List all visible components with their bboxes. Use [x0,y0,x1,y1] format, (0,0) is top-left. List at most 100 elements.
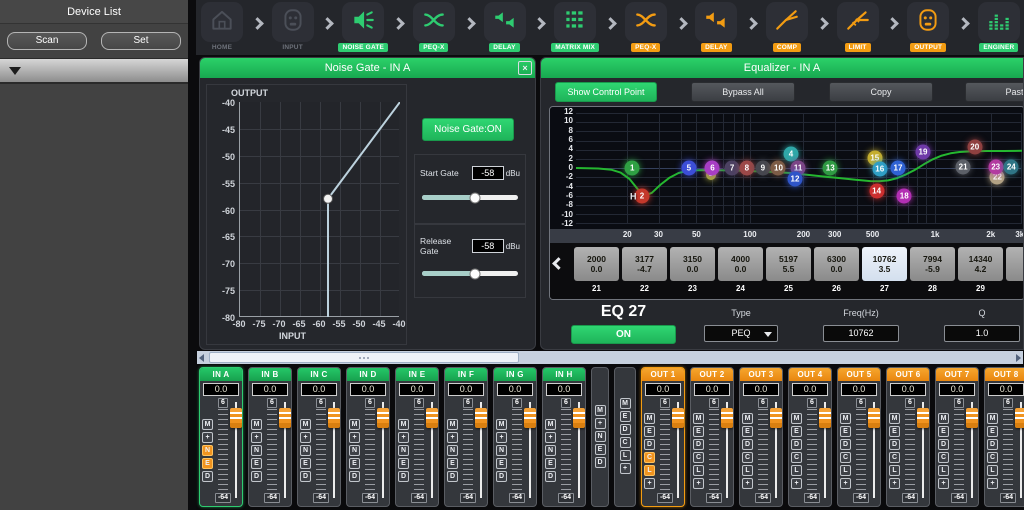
eq-control-point-18[interactable]: 18 [897,188,912,203]
toolbar-item-input[interactable]: INPUT [270,2,316,52]
channel-button-m[interactable]: M [889,413,900,424]
channel-header[interactable]: IN C [298,368,340,381]
eq-control-point-23[interactable]: 23 [988,160,1003,175]
channel-gain-value[interactable]: 0.0 [448,383,484,396]
paste-button[interactable]: Paste [965,82,1024,102]
fader-handle[interactable] [377,408,389,428]
eq-control-point-1[interactable]: 1 [625,161,640,176]
channel-gain-value[interactable]: 0.0 [792,383,828,396]
release-gate-value[interactable]: -58 [472,239,504,253]
channel-header[interactable]: IN H [543,368,585,381]
set-button[interactable]: Set [101,32,181,50]
scan-button[interactable]: Scan [7,32,87,50]
noise-gate-on-button[interactable]: Noise Gate:ON [422,118,514,141]
channel-button-m[interactable]: M [644,413,655,424]
channel-button-l[interactable]: L [791,465,802,476]
channel-button-plus[interactable]: + [742,478,753,489]
channel-button-l[interactable]: L [889,465,900,476]
channel-header[interactable]: OUT 8 [985,368,1024,381]
channel-button-plus[interactable]: + [693,478,704,489]
toolbar-item-peq-x[interactable]: PEQ-X [411,2,457,52]
fader-handle[interactable] [475,408,487,428]
channel-button-plus[interactable]: + [447,432,458,443]
channel-button-n[interactable]: N [300,445,311,456]
channel-button-e[interactable]: E [349,458,360,469]
channel-gain-value[interactable]: 0.0 [546,383,582,396]
eq-control-point-13[interactable]: 13 [823,161,838,176]
channel-button-plus[interactable]: + [644,478,655,489]
channel-button-m[interactable]: M [398,419,409,430]
channel-gain-value[interactable]: 0.0 [399,383,435,396]
channel-gain-value[interactable]: 0.0 [841,383,877,396]
channel-button-l[interactable]: L [987,465,998,476]
channel-button-d[interactable]: D [693,439,704,450]
scrollbar-thumb[interactable] [209,352,519,363]
channel-button-d[interactable]: D [398,471,409,482]
toolbar-item-comp[interactable]: COMP [764,2,810,52]
channel-header[interactable]: IN A [200,368,242,381]
release-gate-slider-thumb[interactable] [469,268,480,279]
eq-control-point-21[interactable]: 21 [956,160,971,175]
channel-button-d[interactable]: D [251,471,262,482]
channel-button-d[interactable]: D [545,471,556,482]
fader-handle[interactable] [721,408,733,428]
channel-button-m[interactable]: M [300,419,311,430]
channel-button-l[interactable]: L [840,465,851,476]
release-gate-slider[interactable] [422,271,518,276]
channel-button-m[interactable]: M [349,419,360,430]
device-dropdown[interactable] [0,58,188,84]
scroll-left-icon[interactable] [199,354,204,362]
band-cell-21[interactable]: 20000.0 [574,247,619,281]
fader-handle[interactable] [672,408,684,428]
aux-button-plus[interactable]: + [595,418,606,429]
channel-button-m[interactable]: M [938,413,949,424]
channel-button-e[interactable]: E [693,426,704,437]
toolbar-item-limit[interactable]: LIMIT [835,2,881,52]
band-cell-partial[interactable] [1006,247,1024,281]
freq-input[interactable]: 10762 [823,325,899,342]
channel-button-plus[interactable]: + [349,432,360,443]
channel-button-l[interactable]: L [644,465,655,476]
eq-control-point-16[interactable]: 16 [872,161,887,176]
channel-button-d[interactable]: D [349,471,360,482]
channel-button-d[interactable]: D [300,471,311,482]
channel-header[interactable]: OUT 4 [789,368,831,381]
channel-gain-value[interactable]: 0.0 [988,383,1024,396]
channel-gain-value[interactable]: 0.0 [890,383,926,396]
channel-button-m[interactable]: M [791,413,802,424]
close-icon[interactable]: × [518,61,532,75]
fader-handle[interactable] [868,408,880,428]
channel-button-m[interactable]: M [496,419,507,430]
channel-button-d[interactable]: D [447,471,458,482]
eq-control-point-12[interactable]: 12 [787,171,802,186]
channel-gain-value[interactable]: 0.0 [252,383,288,396]
eq-control-point-5[interactable]: 5 [681,161,696,176]
toolbar-item-home[interactable]: HOME [199,2,245,52]
channel-button-c[interactable]: C [693,452,704,463]
aux-button-n[interactable]: N [595,431,606,442]
channel-gain-value[interactable]: 0.0 [497,383,533,396]
toolbar-item-delay[interactable]: DELAY [482,2,528,52]
channel-button-c[interactable]: C [791,452,802,463]
channel-button-c[interactable]: C [889,452,900,463]
aux-button-d[interactable]: D [620,424,631,435]
band-cell-24[interactable]: 40000.0 [718,247,763,281]
channel-header[interactable]: OUT 2 [691,368,733,381]
channel-button-m[interactable]: M [251,419,262,430]
channel-button-e[interactable]: E [447,458,458,469]
channel-button-m[interactable]: M [545,419,556,430]
channel-button-e[interactable]: E [398,458,409,469]
channel-header[interactable]: IN B [249,368,291,381]
channel-button-d[interactable]: D [840,439,851,450]
band-on-button[interactable]: ON [571,325,676,344]
eq-control-point-6[interactable]: 6 [705,161,720,176]
channel-button-d[interactable]: D [987,439,998,450]
toolbar-item-matrix-mix[interactable]: MATRIX MIX [552,2,598,52]
channel-button-d[interactable]: D [496,471,507,482]
channel-button-plus[interactable]: + [496,432,507,443]
channel-button-m[interactable]: M [447,419,458,430]
channel-button-m[interactable]: M [987,413,998,424]
toolbar-item-enginer[interactable]: ENGINER [976,2,1022,52]
channel-button-plus[interactable]: + [300,432,311,443]
channel-header[interactable]: IN F [445,368,487,381]
